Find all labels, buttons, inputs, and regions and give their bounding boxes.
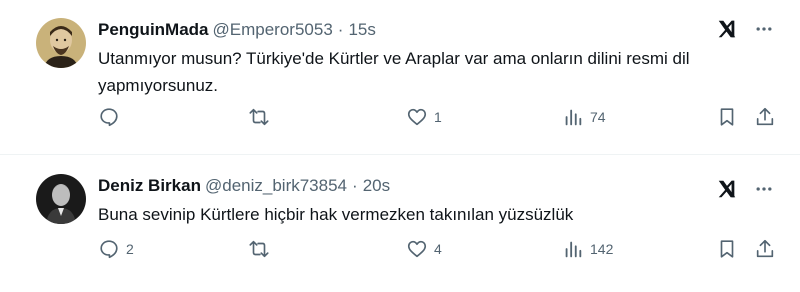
photo-avatar-icon [36, 174, 86, 224]
timestamp[interactable]: 20s [363, 176, 390, 196]
separator: · [337, 20, 344, 39]
display-name[interactable]: Deniz Birkan [98, 176, 201, 196]
tweet-header: PenguinMada @Emperor5053 · 15s [98, 18, 784, 42]
bookmark-button[interactable] [716, 106, 738, 128]
views-count: 142 [590, 241, 614, 257]
like-count: 4 [434, 241, 442, 257]
share-button[interactable] [754, 106, 776, 128]
more-icon[interactable] [754, 179, 774, 199]
grok-icon[interactable] [716, 178, 738, 200]
reply-button[interactable] [98, 106, 126, 128]
share-button[interactable] [754, 238, 776, 260]
retweet-button[interactable] [248, 238, 276, 260]
more-icon[interactable] [754, 19, 774, 39]
retweet-icon [249, 108, 269, 126]
tweet-text: Buna sevinip Kürtlere hiçbir hak vermezk… [98, 205, 574, 224]
tweet[interactable]: PenguinMada @Emperor5053 · 15s Utanmıyor… [0, 0, 800, 155]
tweet[interactable]: Deniz Birkan @deniz_birk73854 · 20s Buna… [0, 155, 800, 292]
tweet-text: Utanmıyor musun? Türkiye'de Kürtler ve A… [98, 49, 690, 95]
reply-button[interactable]: 2 [98, 238, 134, 260]
bookmark-icon [720, 108, 734, 126]
views-icon [565, 241, 582, 258]
like-icon [407, 108, 427, 126]
separator: · [352, 176, 358, 195]
reply-feed: PenguinMada @Emperor5053 · 15s Utanmıyor… [0, 0, 800, 292]
like-button[interactable]: 4 [406, 238, 442, 260]
tweet-header: Deniz Birkan @deniz_birk73854 · 20s [98, 174, 784, 198]
share-icon [756, 107, 774, 126]
views-icon [565, 109, 582, 126]
timestamp[interactable]: 15s [348, 20, 375, 40]
retweet-button[interactable] [248, 106, 276, 128]
bookmark-button[interactable] [716, 238, 738, 260]
avatar[interactable] [36, 18, 86, 68]
like-button[interactable]: 1 [406, 106, 442, 128]
portrait-avatar-icon [36, 18, 86, 68]
share-icon [756, 239, 774, 258]
tweet-header-actions [716, 178, 774, 200]
avatar[interactable] [36, 174, 86, 224]
views-button[interactable]: 142 [562, 238, 613, 260]
like-count: 1 [434, 109, 442, 125]
views-count: 74 [590, 109, 606, 125]
views-button[interactable]: 74 [562, 106, 606, 128]
bookmark-icon [720, 240, 734, 258]
user-handle[interactable]: @Emperor5053 [213, 20, 333, 40]
reply-count: 2 [126, 241, 134, 257]
tweet-header-actions [716, 18, 774, 40]
display-name[interactable]: PenguinMada [98, 20, 209, 40]
grok-icon[interactable] [716, 18, 738, 40]
retweet-icon [249, 240, 269, 258]
like-icon [407, 240, 427, 258]
reply-icon [100, 240, 118, 259]
user-handle[interactable]: @deniz_birk73854 [205, 176, 347, 196]
reply-icon [100, 108, 118, 127]
